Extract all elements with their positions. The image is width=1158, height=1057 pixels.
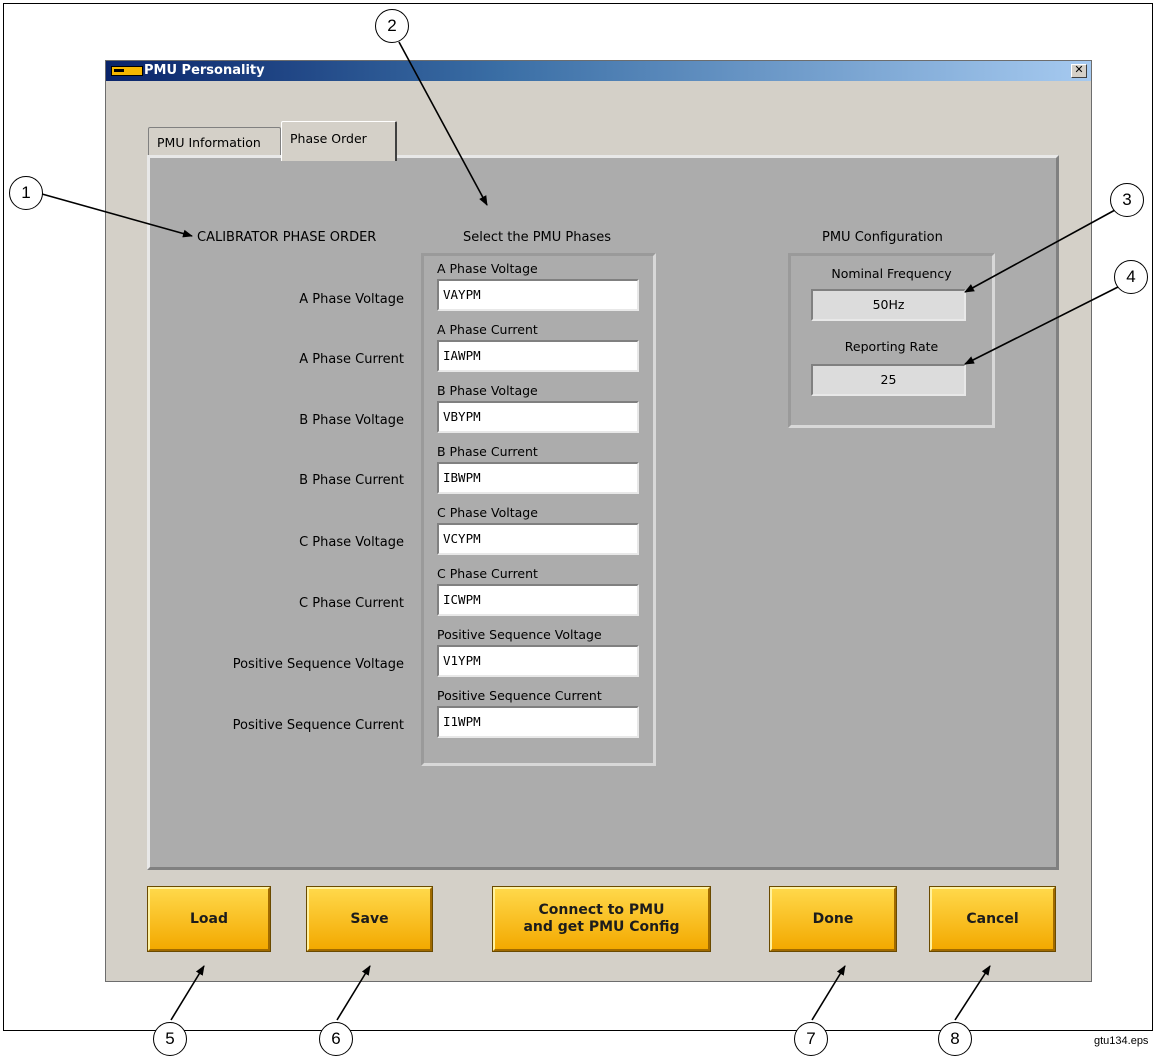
calibrator-row-label: Positive Sequence Current (232, 718, 404, 733)
callout-7: 7 (794, 1022, 828, 1056)
pmu-field-label: B Phase Voltage (437, 383, 538, 398)
callout-8: 8 (938, 1022, 972, 1056)
tab-pmu-information[interactable]: PMU Information (148, 127, 281, 155)
calibrator-phase-order-heading: CALIBRATOR PHASE ORDER (197, 230, 377, 245)
connect-to-pmu-button[interactable]: Connect to PMU and get PMU Config (493, 887, 710, 951)
pmu-field-label: C Phase Voltage (437, 505, 538, 520)
callout-2: 2 (375, 9, 409, 43)
callout-3: 3 (1110, 183, 1144, 217)
pmu-configuration-group: Nominal Frequency 50Hz Reporting Rate 25 (788, 253, 995, 428)
window-title: PMU Personality (144, 63, 265, 78)
calibrator-row-label: B Phase Voltage (299, 413, 404, 428)
load-button[interactable]: Load (148, 887, 270, 951)
pmu-phase-input[interactable]: IAWPM (437, 340, 639, 372)
callout-6: 6 (319, 1022, 353, 1056)
calibrator-row-label: C Phase Voltage (299, 535, 404, 550)
calibrator-row-label: A Phase Voltage (299, 292, 404, 307)
reporting-rate-label: Reporting Rate (844, 339, 939, 354)
pmu-personality-window: PMU Personality ✕ PMU Information Phase … (105, 60, 1092, 982)
callout-1: 1 (9, 176, 43, 210)
pmu-phase-input[interactable]: VCYPM (437, 523, 639, 555)
pmu-phase-input[interactable]: IBWPM (437, 462, 639, 494)
title-bar[interactable]: PMU Personality ✕ (106, 61, 1091, 81)
pmu-field-label: Positive Sequence Current (437, 688, 602, 703)
pmu-phase-input[interactable]: V1YPM (437, 645, 639, 677)
figure-tag: gtu134.eps (1094, 1035, 1149, 1047)
calibrator-row-label: A Phase Current (299, 352, 404, 367)
nominal-frequency-label: Nominal Frequency (831, 266, 952, 281)
save-button[interactable]: Save (307, 887, 432, 951)
tab-phase-order[interactable]: Phase Order (281, 121, 397, 161)
phase-order-panel: CALIBRATOR PHASE ORDER A Phase Voltage A… (147, 155, 1059, 870)
cancel-button[interactable]: Cancel (930, 887, 1055, 951)
pmu-field-label: A Phase Voltage (437, 261, 538, 276)
reporting-rate-value: 25 (811, 364, 966, 396)
callout-5: 5 (153, 1022, 187, 1056)
pmu-field-label: B Phase Current (437, 444, 538, 459)
calibrator-row-label: B Phase Current (299, 473, 404, 488)
calibrator-row-label: C Phase Current (299, 596, 404, 611)
app-logo-icon (111, 66, 143, 76)
pmu-field-label: C Phase Current (437, 566, 538, 581)
connect-button-line1: Connect to PMU (538, 902, 665, 918)
pmu-phases-group: A Phase Voltage VAYPM A Phase Current IA… (421, 253, 656, 766)
pmu-field-label: A Phase Current (437, 322, 538, 337)
callout-4: 4 (1114, 260, 1148, 294)
pmu-phase-input[interactable]: VBYPM (437, 401, 639, 433)
nominal-frequency-value: 50Hz (811, 289, 966, 321)
done-button[interactable]: Done (770, 887, 896, 951)
pmu-phase-input[interactable]: VAYPM (437, 279, 639, 311)
pmu-phase-input[interactable]: ICWPM (437, 584, 639, 616)
pmu-configuration-heading: PMU Configuration (822, 230, 943, 245)
connect-button-line2: and get PMU Config (523, 919, 680, 935)
pmu-phase-input[interactable]: I1WPM (437, 706, 639, 738)
close-button[interactable]: ✕ (1071, 64, 1087, 78)
select-pmu-phases-heading: Select the PMU Phases (463, 230, 611, 245)
calibrator-row-label: Positive Sequence Voltage (232, 657, 404, 672)
pmu-field-label: Positive Sequence Voltage (437, 627, 602, 642)
